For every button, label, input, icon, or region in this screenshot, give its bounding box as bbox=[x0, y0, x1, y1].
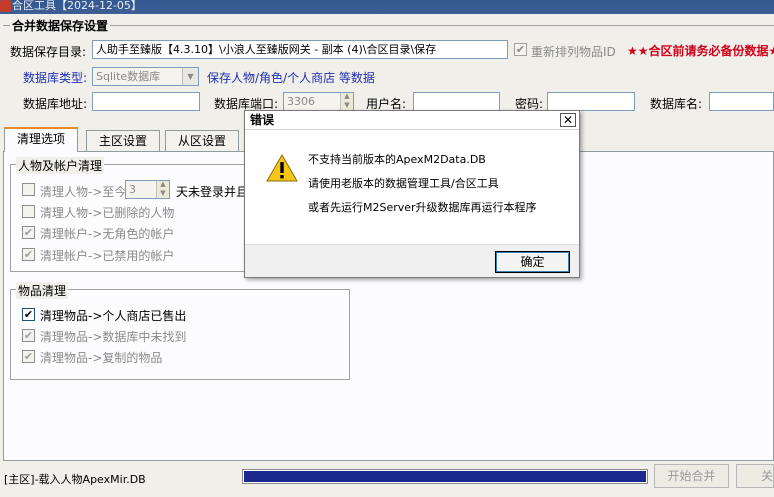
password-input[interactable] bbox=[547, 92, 635, 111]
error-dialog: 错误 ✕ 不支持当前版本的ApexM2Data.DB 请使用老版本的数据管理工具… bbox=[244, 110, 580, 278]
app-icon bbox=[0, 0, 11, 12]
window-title: 合区工具【2024-12-05】 bbox=[12, 0, 142, 12]
cleanup-deleted-label: 清理人物->已删除的人物 bbox=[40, 206, 175, 220]
db-port-value: 3306 bbox=[287, 95, 315, 108]
db-addr-input[interactable] bbox=[92, 92, 200, 111]
save-dir-input[interactable]: 人助手至臻版【4.3.10】\小浪人至臻版网关 - 副本 (4)\合区目录\保存 bbox=[92, 40, 508, 59]
warning-icon bbox=[266, 153, 298, 182]
dialog-line-3: 或者先运行M2Server升级数据库再运行本程序 bbox=[308, 201, 537, 214]
cleanup-sold-checkbox[interactable]: ✔ bbox=[22, 308, 35, 321]
cleanup-deleted-checkbox[interactable] bbox=[22, 205, 35, 218]
reorder-checkbox[interactable]: ✔ bbox=[514, 43, 527, 56]
cleanup-no-role-checkbox[interactable]: ✔ bbox=[22, 226, 35, 239]
db-type-select[interactable]: Sqlite数据库 ▼ bbox=[92, 67, 199, 86]
cleanup-not-found-checkbox[interactable]: ✔ bbox=[22, 329, 35, 342]
cleanup-not-found-label: 清理物品->数据库中未找到 bbox=[40, 330, 187, 344]
db-addr-label: 数据库地址: bbox=[23, 97, 88, 111]
tab-sub-server[interactable]: 从区设置 bbox=[165, 130, 240, 151]
db-type-label: 数据库类型: bbox=[23, 71, 88, 85]
start-merge-button[interactable]: 开始合并 bbox=[654, 464, 729, 488]
save-settings-title: 合并数据保存设置 bbox=[10, 17, 111, 34]
window-titlebar: 合区工具【2024-12-05】 bbox=[0, 0, 774, 14]
dialog-title: 错误 bbox=[245, 111, 579, 130]
db-type-value: Sqlite数据库 bbox=[96, 70, 161, 83]
cleanup-duplicate-label: 清理物品->复制的物品 bbox=[40, 351, 163, 365]
username-input[interactable] bbox=[413, 92, 500, 111]
db-name-label: 数据库名: bbox=[650, 97, 703, 111]
close-icon[interactable]: ✕ bbox=[560, 113, 576, 127]
char-cleanup-title: 人物及帐户清理 bbox=[16, 157, 105, 174]
progress-fill bbox=[244, 471, 646, 482]
cleanup-sold-label: 清理物品->个人商店已售出 bbox=[40, 309, 187, 323]
backup-warning: ★★合区前请务必备份数据★ bbox=[627, 44, 774, 58]
db-name-input[interactable] bbox=[709, 92, 774, 111]
item-cleanup-title: 物品清理 bbox=[16, 282, 69, 299]
status-text: [主区]-载入人物ApexMir.DB bbox=[4, 473, 146, 486]
dialog-line-2: 请使用老版本的数据管理工具/合区工具 bbox=[308, 177, 499, 190]
progress-bar bbox=[242, 469, 648, 484]
tab-main-server[interactable]: 主区设置 bbox=[86, 130, 161, 151]
dir-label: 数据保存目录: bbox=[10, 45, 87, 59]
cleanup-char-days-label: 清理人物->至今 bbox=[40, 185, 127, 199]
cleanup-no-role-label: 清理帐户->无角色的帐户 bbox=[40, 227, 175, 241]
db-port-input[interactable]: 3306 ▲ ▼ bbox=[283, 92, 354, 111]
ok-button[interactable]: 确定 bbox=[495, 251, 570, 273]
chevron-down-icon[interactable]: ▼ bbox=[182, 68, 198, 85]
days-value: 3 bbox=[129, 183, 136, 196]
tab-cleanup-options[interactable]: 清理选项 bbox=[4, 127, 79, 152]
port-spinner[interactable]: ▲ ▼ bbox=[340, 93, 353, 110]
close-button[interactable]: 关 bbox=[736, 464, 774, 488]
cleanup-char-days-checkbox[interactable] bbox=[22, 183, 35, 196]
cleanup-disabled-label: 清理帐户->已禁用的帐户 bbox=[40, 249, 175, 263]
days-spinner[interactable]: ▲ ▼ bbox=[156, 181, 169, 198]
days-input[interactable]: 3 ▲ ▼ bbox=[125, 180, 170, 199]
reorder-label: 重新排列物品ID bbox=[531, 45, 616, 59]
dialog-line-1: 不支持当前版本的ApexM2Data.DB bbox=[308, 153, 486, 166]
days-suffix: 天未登录并且 bbox=[176, 185, 249, 199]
cleanup-duplicate-checkbox[interactable]: ✔ bbox=[22, 350, 35, 363]
cleanup-disabled-checkbox[interactable]: ✔ bbox=[22, 248, 35, 261]
db-type-desc: 保存人物/角色/个人商店 等数据 bbox=[207, 71, 375, 85]
dialog-footer: 确定 bbox=[245, 244, 579, 277]
